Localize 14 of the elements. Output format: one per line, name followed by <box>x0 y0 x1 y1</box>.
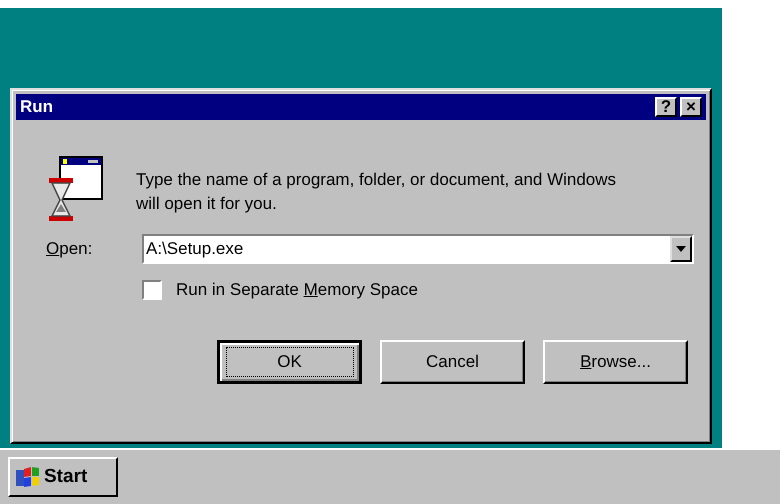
browse-button[interactable]: Browse... <box>543 340 688 384</box>
close-button[interactable]: × <box>680 97 702 117</box>
window-title: Run <box>20 97 54 117</box>
open-label: Open: <box>46 239 94 259</box>
help-button[interactable]: ? <box>655 97 677 117</box>
instruction-text: Type the name of a program, folder, or document, and Windows will open it for you. <box>136 169 618 215</box>
checkbox-label: Run in Separate Memory Space <box>176 280 418 300</box>
open-combo-box[interactable]: A:\Setup.exe <box>142 234 694 264</box>
window-hourglass-icon <box>46 156 106 222</box>
checkbox[interactable] <box>142 280 162 300</box>
cancel-button[interactable]: Cancel <box>380 340 525 384</box>
start-button[interactable]: Start <box>8 457 118 497</box>
ok-button[interactable]: OK <box>217 340 362 384</box>
windows-flag-icon <box>14 466 40 488</box>
